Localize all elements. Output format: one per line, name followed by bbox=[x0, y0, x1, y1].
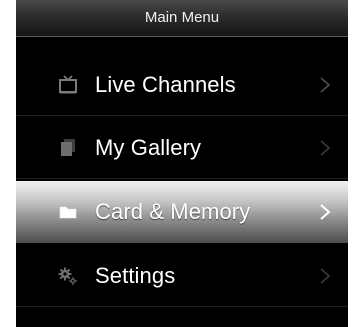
title-bar: Main Menu bbox=[16, 0, 348, 37]
menu-item-label: Live Channels bbox=[95, 72, 236, 97]
menu-item-label: Card & Memory bbox=[95, 199, 251, 224]
menu-item-settings[interactable]: Settings bbox=[16, 245, 348, 307]
menu-item-my-gallery[interactable]: My Gallery bbox=[16, 117, 348, 179]
menu-item-live-channels[interactable]: Live Channels bbox=[16, 54, 348, 116]
gallery-icon bbox=[58, 138, 78, 158]
chevron-right-icon bbox=[318, 203, 332, 221]
device-screen: Main Menu Live Channels My Gallery Card … bbox=[16, 0, 348, 327]
menu-title: Main Menu bbox=[144, 9, 220, 26]
menu-item-card-memory[interactable]: Card & Memory bbox=[16, 181, 348, 243]
chevron-right-icon bbox=[318, 139, 332, 157]
chevron-right-icon bbox=[318, 76, 332, 94]
gears-icon bbox=[58, 266, 78, 286]
tv-icon bbox=[58, 75, 78, 95]
chevron-right-icon bbox=[318, 267, 332, 285]
menu-item-label: My Gallery bbox=[95, 135, 202, 160]
folder-icon bbox=[58, 202, 78, 222]
menu-item-label: Settings bbox=[95, 263, 176, 288]
